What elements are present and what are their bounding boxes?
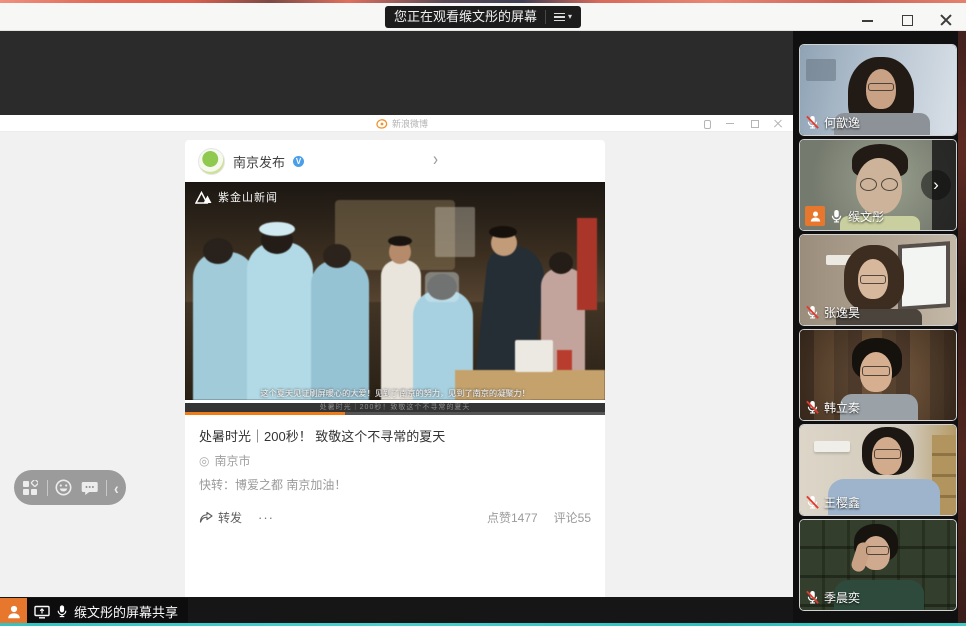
mic-muted-icon (805, 305, 820, 320)
participant-name: 张逸昊 (824, 304, 860, 321)
watching-banner-text: 您正在观看缑文彤的屏幕 (394, 6, 537, 28)
video-progress-track[interactable] (185, 412, 605, 415)
location-icon: ◎ (199, 454, 209, 468)
close-button[interactable] (940, 14, 952, 26)
video-bar-title: 处暑时光｜200秒！致敬这个不寻常的夏天 (185, 403, 605, 412)
post-header: 南京发布 V (185, 140, 605, 182)
post-repost-line[interactable]: 快转：博爱之都 南京加油！ (199, 476, 346, 493)
participant-name: 季晨奕 (824, 589, 860, 606)
participant-label: 季晨奕 (805, 589, 860, 606)
weibo-close-button[interactable] (774, 119, 783, 128)
video-channel-logo: 紫金山新闻 (195, 189, 278, 205)
post-video-player[interactable]: 紫金山新闻 这个夏天见证刷屏暖心的大爱！见到了南京的努力，见到了南京的凝聚力！ (185, 182, 605, 400)
more-button[interactable]: ··· (258, 510, 274, 525)
meeting-window: 您正在观看缑文彤的屏幕 ▾ 新浪微博 (0, 0, 966, 626)
video-control-bar[interactable]: 处暑时光｜200秒！致敬这个不寻常的夏天 (185, 403, 605, 412)
participant-sidebar: 何歆逸 缑文彤 (793, 31, 966, 626)
participant-label: 缑文彤 (805, 206, 884, 226)
app-titlebar: 您正在观看缑文彤的屏幕 ▾ (0, 3, 966, 31)
participant-tile[interactable]: 韩立秦 (799, 329, 957, 421)
participant-tile[interactable]: 何歆逸 (799, 44, 957, 136)
video-scene (185, 182, 605, 400)
mic-muted-icon (805, 400, 820, 415)
screen-share-footer-text: 缑文彤的屏幕共享 (74, 602, 178, 621)
participant-label: 韩立秦 (805, 399, 860, 416)
share-arrow-icon (199, 511, 214, 524)
author-avatar[interactable] (198, 148, 225, 175)
annotation-toolbar: ‹ (14, 470, 126, 505)
post-stats: 点赞1477 评论55 (487, 509, 591, 526)
post-actions-row: 转发 ··· 点赞1477 评论55 (185, 502, 605, 532)
chat-icon[interactable] (80, 479, 98, 497)
participant-tile[interactable]: 季晨奕 (799, 519, 957, 611)
mic-muted-icon (805, 590, 820, 605)
apps-grid-icon[interactable] (21, 479, 39, 497)
mic-on-icon (55, 604, 69, 619)
emoji-icon[interactable] (55, 479, 73, 497)
weibo-window-titlebar: 新浪微博 (0, 115, 793, 132)
participant-name: 缑文彤 (848, 208, 884, 225)
toolbar-divider (47, 480, 48, 496)
post-caption: 处暑时光｜200秒！ 致敬这个不寻常的夏天 (199, 426, 591, 445)
post-expand-chevron-icon[interactable]: › (433, 148, 438, 170)
participant-tile[interactable]: 缑文彤 › (799, 139, 957, 231)
weibo-minimize-button[interactable] (726, 119, 735, 128)
shared-weibo-window: 新浪微博 南京发布 V › (0, 115, 793, 597)
participant-label: 张逸昊 (805, 304, 860, 321)
person-icon (6, 604, 22, 620)
weibo-restore-button[interactable] (750, 119, 759, 128)
share-button[interactable]: 转发 (199, 509, 242, 526)
hamburger-icon (554, 11, 565, 24)
weibo-post-card: 南京发布 V › (185, 140, 605, 597)
expand-tile-button[interactable]: › (921, 170, 951, 200)
shared-screen-view: 新浪微博 南京发布 V › (0, 31, 793, 597)
mic-muted-icon (805, 495, 820, 510)
presenter-badge (0, 598, 27, 625)
screen-share-footer[interactable]: 缑文彤的屏幕共享 (27, 598, 188, 625)
participant-label: 王樱鑫 (805, 494, 860, 511)
verified-badge-icon: V (293, 156, 304, 167)
likes-count[interactable]: 点赞1477 (487, 509, 538, 526)
window-controls (862, 6, 952, 34)
share-label: 转发 (218, 509, 242, 526)
comments-count[interactable]: 评论55 (554, 509, 591, 526)
weibo-pin-button[interactable] (702, 119, 711, 128)
participant-name: 韩立秦 (824, 399, 860, 416)
author-name[interactable]: 南京发布 (233, 152, 285, 171)
zijinshan-logo-icon (195, 191, 213, 204)
participant-name: 王樱鑫 (824, 494, 860, 511)
toolbar-divider (106, 480, 107, 496)
screen-share-icon (34, 605, 50, 619)
minimize-button[interactable] (862, 14, 874, 26)
weibo-brand: 新浪微博 (375, 115, 428, 132)
video-channel-name: 紫金山新闻 (218, 189, 278, 205)
weibo-logo-icon (375, 118, 388, 129)
toolbar-collapse-icon[interactable]: ‹ (114, 478, 119, 497)
participant-tile[interactable]: 王樱鑫 (799, 424, 957, 516)
caret-down-icon: ▾ (568, 6, 572, 28)
video-subtitle: 这个夏天见证刷屏暖心的大爱！见到了南京的努力，见到了南京的凝聚力！ (193, 387, 596, 399)
video-progress-fill (185, 412, 345, 415)
sidebar-edge-strip (958, 31, 966, 626)
mic-on-icon (829, 209, 844, 224)
watching-banner[interactable]: 您正在观看缑文彤的屏幕 ▾ (385, 6, 581, 28)
maximize-button[interactable] (901, 14, 913, 26)
meeting-main: 新浪微博 南京发布 V › (0, 31, 966, 626)
post-location-text: 南京市 (214, 452, 250, 469)
participant-label: 何歆逸 (805, 114, 860, 131)
weibo-window-controls (702, 115, 783, 132)
participant-tile[interactable]: 张逸昊 (799, 234, 957, 326)
mic-muted-icon (805, 115, 820, 130)
participant-name: 何歆逸 (824, 114, 860, 131)
banner-menu-icon[interactable]: ▾ (545, 10, 572, 24)
presenter-chip-icon (805, 206, 825, 226)
weibo-window-title: 新浪微博 (392, 117, 428, 130)
post-location-row[interactable]: ◎ 南京市 (199, 452, 251, 469)
